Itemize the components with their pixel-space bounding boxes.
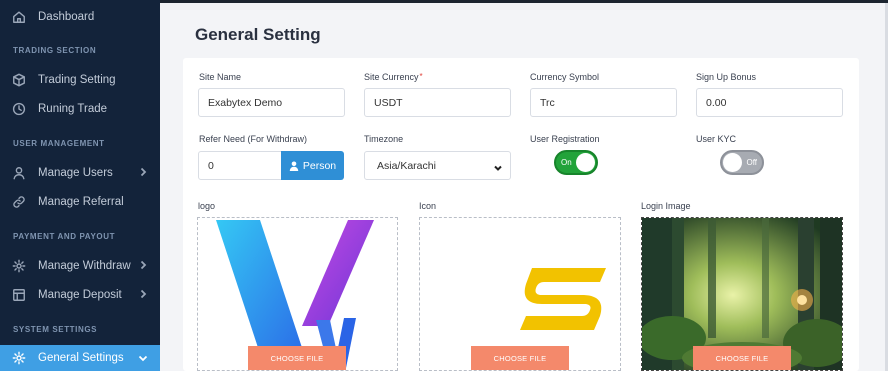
person-icon [289,161,299,171]
timezone-label: Timezone [364,134,404,144]
person-button[interactable]: Person [281,151,344,180]
user-icon [12,166,26,180]
timezone-select[interactable]: Asia/Karachi [364,151,511,180]
logo-dropzone[interactable]: CHOOSE FILE [197,217,398,371]
signup-bonus-input[interactable]: 0.00 [696,88,843,117]
icon-choose-file-button[interactable]: CHOOSE FILE [471,346,569,370]
toggle-knob [723,153,742,172]
sidebar-item-dashboard[interactable]: Dashboard [0,2,160,31]
section-title-payment: PAYMENT AND PAYOUT [13,232,116,241]
sidebar-item-label: Trading Setting [38,73,116,86]
sidebar: Dashboard TRADING SECTION Trading Settin… [0,0,160,371]
gear-icon [12,351,26,365]
toggle-state-label: Off [746,158,757,167]
chevron-down-icon [494,163,502,171]
clock-icon [12,102,26,116]
sidebar-item-manage-referral[interactable]: Manage Referral [0,187,160,216]
sidebar-item-label: Manage Deposit [38,288,122,301]
chevron-down-icon [138,353,148,363]
link-icon [12,195,26,209]
sidebar-item-trading-setting[interactable]: Trading Setting [0,65,160,94]
sidebar-item-general-settings[interactable]: General Settings [0,345,160,371]
section-title-users: USER MANAGEMENT [13,139,105,148]
user-registration-toggle[interactable]: On [554,150,598,175]
sidebar-item-label: Dashboard [38,10,95,23]
timezone-value: Asia/Karachi [377,159,436,172]
person-button-label: Person [302,159,337,172]
chevron-right-icon [138,289,148,299]
login-image-dropzone[interactable]: CHOOSE FILE [641,217,843,371]
toggle-state-label: On [561,158,572,167]
cube-icon [12,73,26,87]
site-name-input[interactable]: Exabytex Demo [198,88,345,117]
section-title-trading: TRADING SECTION [13,46,97,55]
signup-bonus-label: Sign Up Bonus [696,72,757,82]
chevron-right-icon [138,167,148,177]
icon-dropzone[interactable]: CHOOSE FILE [419,217,621,371]
sidebar-item-manage-deposit[interactable]: Manage Deposit [0,280,160,309]
login-image-choose-file-button[interactable]: CHOOSE FILE [693,346,791,370]
layout-icon [12,288,26,302]
sidebar-item-label: Manage Withdraw [38,259,131,272]
sidebar-item-manage-users[interactable]: Manage Users [0,158,160,187]
sidebar-item-label: Manage Referral [38,195,124,208]
user-kyc-label: User KYC [696,134,737,144]
currency-symbol-input[interactable]: Trc [530,88,677,117]
sidebar-item-label: General Settings [38,352,124,364]
sidebar-item-label: Runing Trade [38,102,108,115]
logo-label: logo [198,201,216,211]
sidebar-item-label: Manage Users [38,166,113,179]
site-currency-label-text: Site Currency [364,72,419,82]
section-title-system: SYSTEM SETTINGS [13,325,98,334]
chevron-right-icon [138,260,148,270]
sidebar-item-manage-withdraw[interactable]: Manage Withdraw [0,251,160,280]
sidebar-item-runing-trade[interactable]: Runing Trade [0,94,160,123]
home-icon [12,10,26,24]
top-border [160,0,888,3]
gear-icon [12,259,26,273]
currency-symbol-label: Currency Symbol [530,72,600,82]
logo-choose-file-button[interactable]: CHOOSE FILE [248,346,346,370]
site-name-label: Site Name [199,72,242,82]
login-image-label: Login Image [641,201,691,211]
user-kyc-toggle[interactable]: Off [720,150,764,175]
site-currency-label: Site Currency* [364,72,423,82]
refer-need-input[interactable]: 0 [198,151,282,180]
site-currency-input[interactable]: USDT [364,88,511,117]
page-title: General Setting [195,25,321,44]
icon-label: Icon [419,201,437,211]
refer-need-label: Refer Need (For Withdraw) [199,134,308,144]
required-mark: * [419,72,423,81]
toggle-knob [576,153,595,172]
user-registration-label: User Registration [530,134,600,144]
